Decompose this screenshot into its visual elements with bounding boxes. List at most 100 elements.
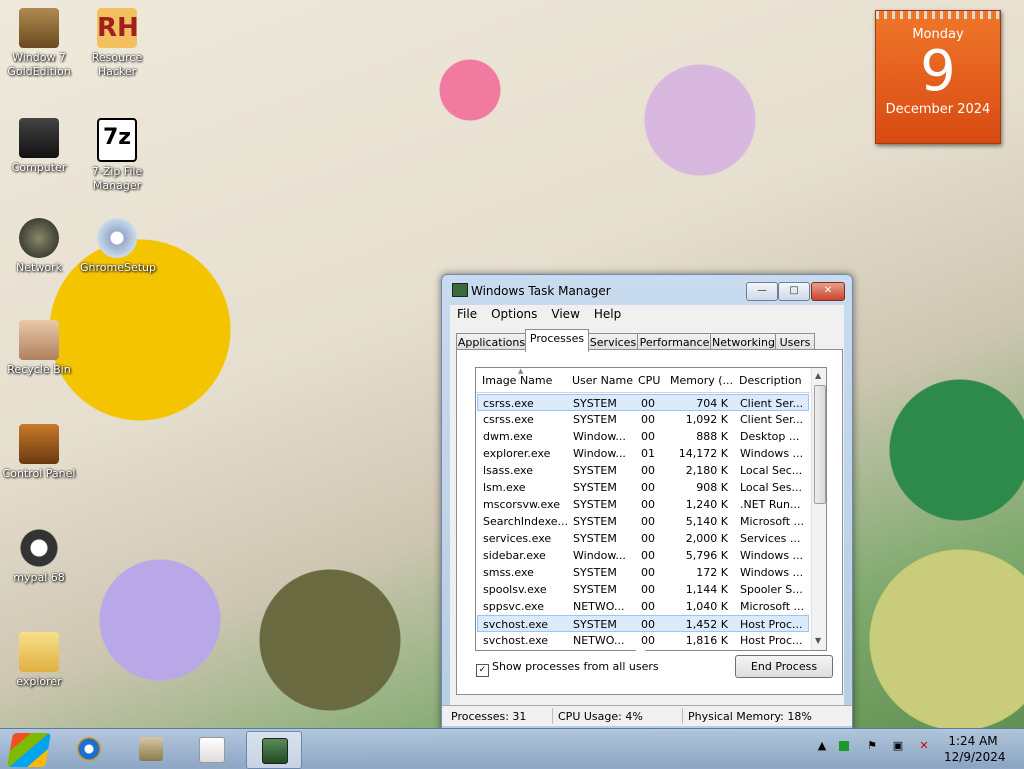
table-row[interactable]: SearchIndexe... SYSTEM 00 5,140 K Microsoft … (478, 513, 808, 530)
minimize-button[interactable]: — (746, 282, 778, 301)
taskbar-task-manager[interactable] (246, 731, 302, 769)
taskbar-clock[interactable]: 1:24 AM 12/9/2024 (944, 733, 1006, 765)
green-square-icon[interactable] (839, 741, 849, 751)
calendar-gadget[interactable]: Monday 9 December 2024 (875, 10, 1001, 144)
end-process-button[interactable]: End Process (735, 655, 833, 678)
table-row[interactable]: smss.exe SYSTEM 00 172 K Windows ... (478, 564, 808, 581)
desktop-icon-control-panel[interactable]: Control Panel (2, 424, 76, 481)
process-cpu: 00 (641, 430, 655, 443)
mypal-raccoon-icon (19, 528, 59, 568)
status-cpu: CPU Usage: 4% (558, 710, 643, 723)
task-manager-icon (262, 738, 288, 764)
process-user: SYSTEM (573, 583, 617, 596)
process-memory: 5,796 K (685, 549, 728, 562)
column-user-name[interactable]: User Name (572, 374, 633, 387)
desktop-icon-7zip[interactable]: 7z 7-Zip File Manager (80, 118, 154, 193)
installer-disc-icon (97, 218, 137, 258)
process-name: spoolsv.exe (483, 583, 547, 596)
process-cpu: 00 (641, 397, 655, 410)
network-icon (19, 218, 59, 258)
desktop-icon-network[interactable]: Network (2, 218, 76, 275)
table-row[interactable]: services.exe SYSTEM 00 2,000 K Services ... (478, 530, 808, 547)
desktop-icon-label: 7-Zip File Manager (91, 165, 143, 192)
vertical-scrollbar[interactable]: ▲ ▼ (811, 368, 826, 650)
clock-date: 12/9/2024 (944, 750, 1006, 764)
table-row[interactable]: explorer.exe Window... 01 14,172 K Windows .… (478, 445, 808, 462)
table-row[interactable]: csrss.exe SYSTEM 00 704 K Client Ser... (477, 394, 809, 411)
process-name: SearchIndexe... (483, 515, 568, 528)
clock-time: 1:24 AM (948, 734, 998, 748)
process-user: SYSTEM (573, 532, 617, 545)
table-row[interactable]: lsm.exe SYSTEM 00 908 K Local Ses... (478, 479, 808, 496)
tab-processes[interactable]: Processes (525, 329, 589, 352)
process-cpu: 00 (641, 498, 655, 511)
scroll-down-arrow-icon[interactable]: ▼ (815, 636, 821, 645)
title-bar[interactable]: Windows Task Manager — □ ✕ (442, 275, 852, 301)
desktop-icon-explorer[interactable]: explorer (2, 632, 76, 689)
table-row[interactable]: dwm.exe Window... 00 888 K Desktop ... (478, 428, 808, 445)
desktop-icon-mypal[interactable]: mypal 68 (2, 528, 76, 585)
process-memory: 1,452 K (685, 618, 728, 631)
menu-help[interactable]: Help (587, 305, 628, 321)
process-name: lsm.exe (483, 481, 526, 494)
desktop-icon-label: explorer (16, 675, 62, 688)
process-list[interactable]: ▲ Image Name User Name CPU Memory (... D… (475, 367, 827, 651)
process-description: Host Proc... (740, 634, 803, 647)
maximize-button[interactable]: □ (778, 282, 810, 301)
process-description: Client Ser... (740, 413, 804, 426)
scrollbar-thumb[interactable] (814, 385, 826, 504)
process-cpu: 00 (641, 618, 655, 631)
process-name: csrss.exe (483, 397, 534, 410)
network-icon[interactable]: ▣ (891, 739, 905, 753)
desktop-icon-window7-goldedition[interactable]: Window 7 GoldEdition (2, 8, 76, 79)
column-image-name[interactable]: Image Name (482, 374, 552, 387)
table-row[interactable]: spoolsv.exe SYSTEM 00 1,144 K Spooler S... (478, 581, 808, 598)
process-memory: 1,040 K (685, 600, 728, 613)
menu-view[interactable]: View (544, 305, 586, 321)
process-description: Client Ser... (740, 397, 804, 410)
table-row[interactable]: mscorsvw.exe SYSTEM 00 1,240 K .NET Run... (478, 496, 808, 513)
process-user: Window... (573, 447, 626, 460)
show-all-processes-checkbox[interactable]: ✓ Show processes from all users (476, 660, 659, 677)
table-row[interactable]: sppsvc.exe NETWO... 00 1,040 K Microsoft ... (478, 598, 808, 615)
control-panel-icon (19, 424, 59, 464)
desktop-icon-recycle-bin[interactable]: Recycle Bin (2, 320, 76, 377)
flag-icon[interactable]: ⚑ (865, 739, 879, 753)
menu-file[interactable]: File (450, 305, 484, 321)
process-name: lsass.exe (483, 464, 533, 477)
desktop-icon-label: Control Panel (2, 467, 76, 480)
menu-options[interactable]: Options (484, 305, 544, 321)
table-row[interactable]: csrss.exe SYSTEM 00 1,092 K Client Ser... (478, 411, 808, 428)
process-name: sppsvc.exe (483, 600, 544, 613)
process-memory: 172 K (696, 566, 728, 579)
scroll-up-arrow-icon[interactable]: ▲ (815, 371, 821, 380)
process-description: Windows ... (740, 549, 804, 562)
media-player-icon (199, 737, 225, 763)
column-cpu[interactable]: CPU (638, 374, 660, 387)
recycle-bin-icon (19, 320, 59, 360)
table-row[interactable]: lsass.exe SYSTEM 00 2,180 K Local Sec... (478, 462, 808, 479)
process-name: csrss.exe (483, 413, 534, 426)
process-memory: 2,000 K (685, 532, 728, 545)
table-row[interactable]: svchost.exe SYSTEM 00 1,452 K Host Proc... (477, 615, 809, 632)
7zip-icon: 7z (97, 118, 137, 162)
process-user: NETWO... (573, 600, 625, 613)
process-name: sidebar.exe (483, 549, 546, 562)
column-memory[interactable]: Memory (... (670, 374, 733, 387)
taskbar-internet-explorer[interactable] (62, 731, 116, 767)
close-button[interactable]: ✕ (811, 282, 845, 301)
start-button[interactable] (2, 729, 56, 769)
show-hidden-icons-arrow[interactable]: ▲ (815, 739, 829, 753)
taskbar-media-player[interactable] (184, 731, 238, 767)
desktop-icon-resource-hacker[interactable]: RH Resource Hacker (80, 8, 154, 79)
volume-muted-icon[interactable]: ✕ (917, 739, 931, 753)
table-row[interactable]: sidebar.exe Window... 00 5,796 K Windows ... (478, 547, 808, 564)
process-description: Windows ... (740, 447, 804, 460)
process-memory: 14,172 K (678, 447, 728, 460)
process-user: SYSTEM (573, 618, 617, 631)
menu-bar: File Options View Help (450, 305, 844, 323)
desktop-icon-ghromesetup[interactable]: GhromeSetup (80, 218, 156, 275)
desktop-icon-computer[interactable]: Computer (2, 118, 76, 175)
column-description[interactable]: Description (739, 374, 802, 387)
taskbar-media-center[interactable] (124, 731, 178, 767)
